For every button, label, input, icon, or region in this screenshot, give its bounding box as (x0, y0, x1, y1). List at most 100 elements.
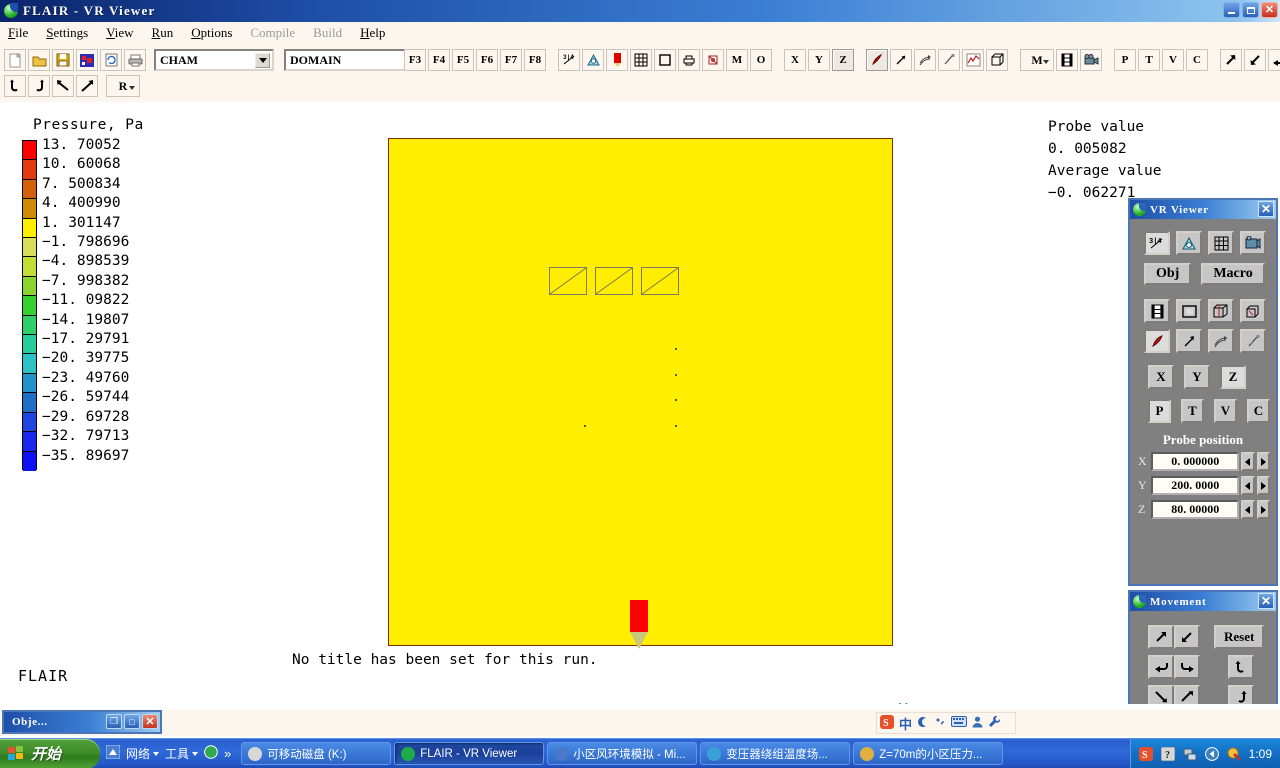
probe-indicator[interactable] (630, 600, 648, 632)
minimize-button[interactable] (1223, 2, 1240, 18)
rotate-up-icon[interactable] (1228, 655, 1254, 679)
movement-palette[interactable]: Movement ✕ Reset (1128, 590, 1278, 704)
arrow-icon[interactable] (1176, 329, 1202, 353)
vr-viewer-palette[interactable]: VR Viewer ✕ 3|4 Obj Macro X Y Z P T V C … (1128, 198, 1278, 586)
obj-button[interactable]: Obj (1144, 263, 1192, 285)
object-dialog-minimized[interactable]: Obje... ❐ □ ✕ (2, 710, 162, 734)
reset-button[interactable]: Reset (1214, 625, 1265, 649)
move-down-left-icon[interactable] (1174, 625, 1200, 649)
back-icon[interactable] (1205, 747, 1220, 762)
probe-y-decrement-button[interactable] (1241, 476, 1255, 495)
probe-y-increment-button[interactable] (1256, 476, 1270, 495)
contour-icon[interactable] (582, 49, 604, 71)
fkey-f7-button[interactable]: F7 (500, 49, 522, 71)
help-icon[interactable]: ? (1161, 747, 1176, 762)
half-scale-icon[interactable]: 3|4 (558, 49, 580, 71)
probe-t-button[interactable]: T (1138, 49, 1160, 71)
moon-icon[interactable] (917, 716, 929, 731)
menu-options[interactable]: Options (191, 25, 232, 41)
chevron-down-icon[interactable] (255, 53, 270, 68)
move-down-icon[interactable] (1148, 685, 1174, 704)
probe-c-button[interactable]: C (1186, 49, 1208, 71)
browser-icon[interactable] (204, 745, 218, 762)
box-icon[interactable] (986, 49, 1008, 71)
solid-box-icon[interactable] (1240, 299, 1266, 323)
menu-settings[interactable]: Settings (46, 25, 88, 41)
grid-icon[interactable] (1208, 231, 1234, 255)
solid-fill-icon[interactable] (606, 49, 628, 71)
keyboard-icon[interactable] (951, 716, 968, 730)
contour-icon[interactable] (1176, 231, 1202, 255)
probe-y-input[interactable]: 200. 0000 (1151, 476, 1239, 495)
outline-box-icon[interactable] (654, 49, 676, 71)
menu-view[interactable]: View (106, 25, 133, 41)
arrow-down-left-icon[interactable] (1244, 49, 1266, 71)
arrow-up-right-icon[interactable] (1220, 49, 1242, 71)
half-scale-icon[interactable]: 3|4 (1144, 231, 1170, 255)
desktop-icon[interactable] (105, 744, 121, 762)
paint-icon[interactable] (702, 49, 724, 71)
axis-z-button[interactable]: Z (832, 49, 854, 71)
probe-x-input[interactable]: 0. 000000 (1151, 452, 1239, 471)
axis-y-button[interactable]: Y (808, 49, 830, 71)
mode-combo[interactable]: M (1020, 49, 1054, 71)
sogou-icon[interactable]: S (1139, 747, 1154, 762)
probe-p-button[interactable]: P (1114, 49, 1136, 71)
probe-z-decrement-button[interactable] (1241, 500, 1255, 519)
probe-z-input[interactable]: 80. 00000 (1151, 500, 1239, 519)
object-dialog-close-button[interactable]: ✕ (142, 714, 158, 729)
taskbar-task[interactable]: Z=70m的小区压力... (853, 742, 1004, 765)
tools-icon[interactable] (988, 715, 1001, 731)
move-right-icon[interactable] (1174, 655, 1200, 679)
iso-box-icon[interactable] (1208, 299, 1234, 323)
move-up-icon[interactable] (1174, 685, 1200, 704)
particle-icon[interactable] (938, 49, 960, 71)
ime-mode-chinese[interactable]: 中 (899, 714, 912, 733)
taskbar-task[interactable]: 变压器绕组温度场... (700, 742, 851, 765)
vr-axis-x-button[interactable]: X (1148, 365, 1174, 389)
vr-axis-y-button[interactable]: Y (1184, 365, 1210, 389)
new-icon[interactable] (4, 49, 26, 71)
rotate-right-icon[interactable] (76, 75, 98, 97)
object-block-3[interactable] (641, 267, 679, 295)
taskbar-clock[interactable]: 1:09 (1249, 747, 1272, 761)
fkey-f4-button[interactable]: F4 (428, 49, 450, 71)
vector-icon[interactable] (866, 49, 888, 71)
particle-icon[interactable] (1240, 329, 1266, 353)
case-combo[interactable]: CHAM (154, 49, 274, 71)
taskbar-task[interactable]: 小区风环境模拟 - Mi... (547, 742, 698, 765)
vr-probe-p-button[interactable]: P (1148, 399, 1171, 423)
fkey-f3-button[interactable]: F3 (404, 49, 426, 71)
ime-language-bar[interactable]: S 中 (876, 712, 1016, 734)
vr-probe-c-button[interactable]: C (1247, 399, 1270, 423)
user-icon[interactable] (972, 716, 983, 731)
object-block-2[interactable] (595, 267, 633, 295)
arrow-icon[interactable] (890, 49, 912, 71)
vr-axis-z-button[interactable]: Z (1220, 365, 1246, 389)
save-icon[interactable] (52, 49, 74, 71)
grid-icon[interactable] (630, 49, 652, 71)
close-button[interactable]: ✕ (1261, 2, 1278, 18)
camera-icon[interactable] (1080, 49, 1102, 71)
axis-x-button[interactable]: X (784, 49, 806, 71)
vr-viewer-palette-close-button[interactable]: ✕ (1258, 201, 1274, 217)
streamline-icon[interactable] (914, 49, 936, 71)
probe-x-decrement-button[interactable] (1241, 452, 1255, 471)
fkey-f5-button[interactable]: F5 (452, 49, 474, 71)
rotate-up-icon[interactable] (4, 75, 26, 97)
fkey-f6-button[interactable]: F6 (476, 49, 498, 71)
move-left-icon[interactable] (1148, 655, 1174, 679)
probe-v-button[interactable]: V (1162, 49, 1184, 71)
domain-contour-plot[interactable] (388, 138, 893, 646)
refresh-icon[interactable] (100, 49, 122, 71)
print-icon[interactable] (124, 49, 146, 71)
menu-help[interactable]: Help (360, 25, 385, 41)
film-icon[interactable] (1056, 49, 1078, 71)
taskbar-task[interactable]: 可移动磁盘 (K:) (241, 742, 392, 765)
rotate-mode-combo[interactable]: R (106, 75, 140, 97)
vector-icon[interactable] (1144, 329, 1170, 353)
open-icon[interactable] (28, 49, 50, 71)
start-button[interactable]: 开始 (0, 738, 100, 768)
movement-palette-close-button[interactable]: ✕ (1258, 593, 1274, 609)
probe-x-increment-button[interactable] (1256, 452, 1270, 471)
